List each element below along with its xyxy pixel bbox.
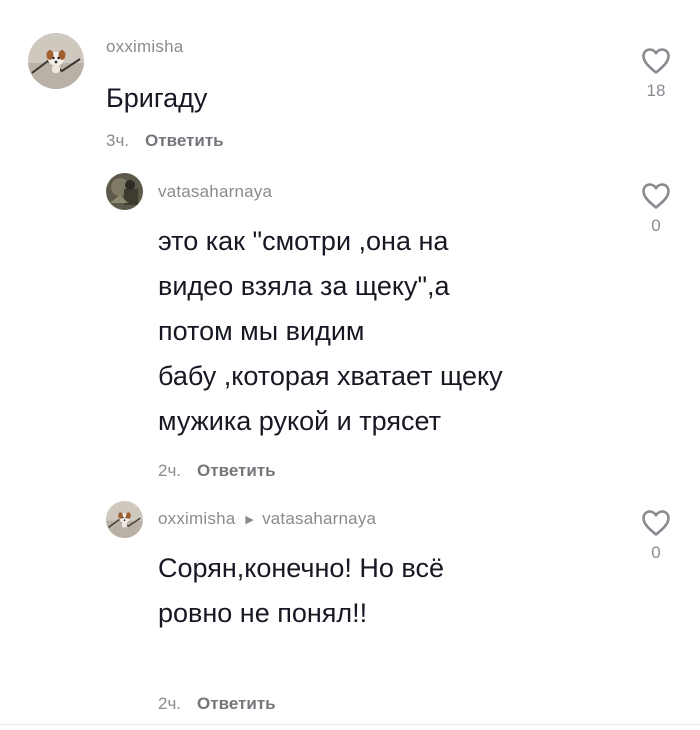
divider [0,724,700,725]
triangle-right-icon: ▶ [245,514,255,526]
comment-username[interactable]: vatasaharnaya [158,182,272,202]
avatar[interactable] [106,501,143,538]
comment-meta: 3ч. Ответить [106,131,224,151]
heart-outline-icon [642,183,670,209]
dog-photo-icon [106,501,143,538]
like-button[interactable]: 0 [636,509,676,563]
comment-text-line: это как "смотри ,она на [158,226,449,256]
reply-button[interactable]: Ответить [197,694,276,713]
comment-time: 3ч. [106,131,130,150]
comment-text-line: бабу ,которая хватает щеку [158,361,503,391]
reply-button[interactable]: Ответить [197,461,276,480]
reply-button[interactable]: Ответить [145,131,224,150]
comment-text-line: видео взяла за щеку",а [158,271,450,301]
like-count: 18 [646,81,666,100]
like-button[interactable]: 0 [636,182,676,236]
like-button[interactable]: 18 [636,47,676,101]
like-count: 0 [651,216,661,235]
reply-comment: vatasaharnaya это как "смотри ,она на ви… [0,170,700,490]
comment-meta: 2ч. Ответить [158,461,276,481]
reply-to-username[interactable]: vatasaharnaya [262,509,376,528]
comment-meta: 2ч. Ответить [158,694,276,714]
comment-text-line: потом мы видим [158,316,365,346]
avatar[interactable] [28,33,84,89]
like-count: 0 [651,543,661,562]
comment-text-line: ровно не понял!! [158,598,368,628]
comment-text: Сорян,конечно! Но всё ровно не понял!! [158,546,618,636]
comment-text: это как "смотри ,она на видео взяла за щ… [158,219,618,444]
reply-comment: oxximisha ▶ vatasaharnaya Сорян,конечно! Н… [0,498,700,723]
profile-photo-icon [106,173,143,210]
comment-time: 2ч. [158,461,182,480]
comment-username[interactable]: oxximisha [106,37,183,57]
comment-text-line: Сорян,конечно! Но всё [158,553,444,583]
heart-outline-icon [642,48,670,74]
avatar[interactable] [106,173,143,210]
heart-outline-icon [642,510,670,536]
comment-text: Бригаду [106,83,208,113]
comment: oxximisha Бригаду 3ч. Ответить 18 [0,0,700,160]
comment-header: oxximisha ▶ vatasaharnaya [158,509,376,529]
dog-photo-icon [28,33,84,89]
comment-username[interactable]: oxximisha [158,509,235,528]
comment-time: 2ч. [158,694,182,713]
comment-text-line: мужика рукой и трясет [158,406,441,436]
